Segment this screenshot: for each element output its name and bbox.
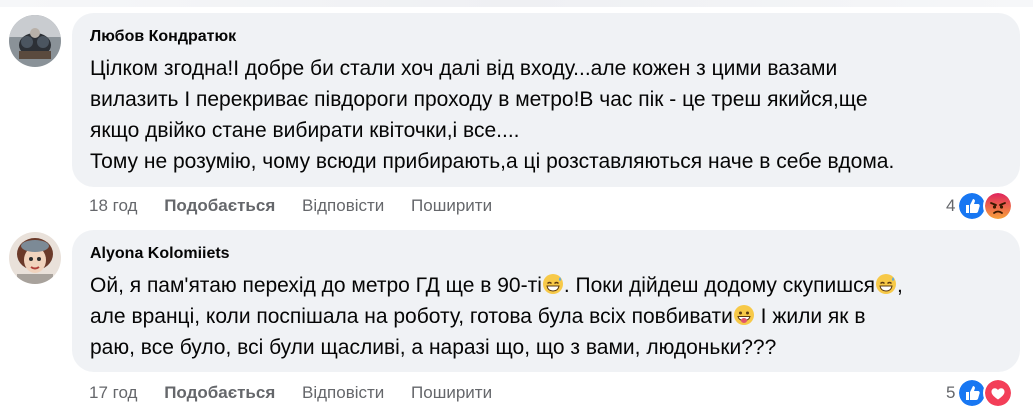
- reply-button[interactable]: Відповісти: [302, 196, 384, 215]
- comment-text-segment: ,: [896, 274, 903, 297]
- comment-timestamp[interactable]: 17 год: [89, 383, 137, 402]
- comment-bubble: Любов Кондратюк Цілком згодна!І добре би…: [72, 13, 1020, 187]
- reaction-summary[interactable]: 4: [946, 191, 1014, 221]
- comment-text: Ой, я пам'ятаю перехід до метро ГД ще в …: [90, 270, 1000, 363]
- comment-text-segment: Ой, я пам'ятаю перехід до метро ГД ще в …: [90, 274, 542, 297]
- comment-text-line: Тому не розумію, чому всюди прибирають,а…: [90, 150, 895, 173]
- comments-section: Любов Кондратюк Цілком згодна!І добре би…: [0, 0, 1033, 414]
- comment-actions: 17 год Подобається Відповісти Поширити: [89, 382, 514, 404]
- tongue-out-emoji-icon: [733, 305, 754, 325]
- angry-icon: [983, 191, 1014, 221]
- love-icon: [983, 378, 1014, 408]
- reply-button[interactable]: Відповісти: [302, 383, 384, 402]
- comment-bubble: Alyona Kolomiiets Ой, я пам'ятаю перехід…: [72, 230, 1020, 372]
- previous-content-edge: [0, 0, 1033, 7]
- comment-actions: 18 год Подобається Відповісти Поширити: [89, 195, 514, 217]
- grinning-sweat-emoji-icon: [542, 274, 563, 294]
- comment-text: Цілком згодна!І добре би стали хоч далі …: [90, 53, 1000, 177]
- comment-text-line: якщо двійко стане вибирати квіточки,і вс…: [90, 119, 520, 142]
- like-button[interactable]: Подобається: [164, 196, 275, 215]
- like-button[interactable]: Подобається: [164, 383, 275, 402]
- avatar[interactable]: [9, 232, 61, 284]
- share-button[interactable]: Поширити: [411, 196, 492, 215]
- comment-text-segment: . Поки дійдеш додому скупишся: [563, 274, 875, 297]
- comment-text-line: Цілком згодна!І добре би стали хоч далі …: [90, 57, 838, 80]
- reaction-count: 4: [946, 196, 956, 215]
- comment-text-line: раю, все було, всі були щасливі, а нараз…: [90, 336, 777, 359]
- share-button[interactable]: Поширити: [411, 383, 492, 402]
- reaction-summary[interactable]: 5: [946, 378, 1014, 408]
- comment-text-line: вилазить І перекриває півдороги проходу …: [90, 88, 868, 111]
- comment-author[interactable]: Любов Кондратюк: [90, 27, 1000, 47]
- comment-text-segment: але вранці, коли поспішала на роботу, го…: [90, 305, 733, 328]
- reaction-count: 5: [946, 383, 956, 402]
- avatar[interactable]: [9, 15, 61, 67]
- grinning-sweat-emoji-icon: [875, 274, 896, 294]
- comment-text-line: але вранці, коли поспішала на роботу, го…: [90, 301, 1000, 332]
- comment-text-segment: І жили як в: [754, 305, 866, 328]
- comment-timestamp[interactable]: 18 год: [89, 196, 137, 215]
- comment-text-line: Ой, я пам'ятаю перехід до метро ГД ще в …: [90, 270, 1000, 301]
- comment-author[interactable]: Alyona Kolomiiets: [90, 244, 1000, 264]
